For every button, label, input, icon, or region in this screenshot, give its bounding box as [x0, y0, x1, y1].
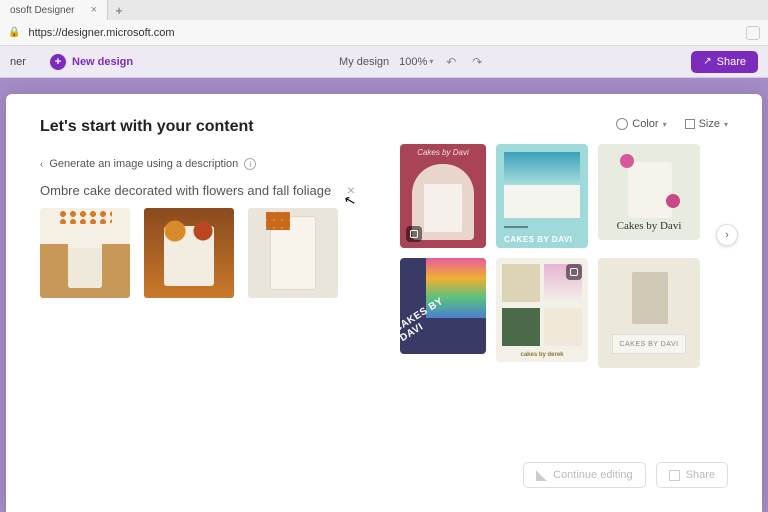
new-design-label: New design	[72, 56, 133, 68]
new-tab-button[interactable]: +	[108, 0, 130, 20]
share-design-button[interactable]: Share	[656, 462, 728, 488]
browser-tab[interactable]: osoft Designer ×	[0, 0, 108, 20]
document-name[interactable]: My design	[339, 56, 389, 68]
generated-image[interactable]	[40, 208, 130, 298]
info-icon[interactable]: i	[244, 158, 256, 170]
redo-icon[interactable]: ↷	[469, 55, 485, 69]
app-name: ner	[10, 56, 40, 68]
new-design-button[interactable]: + New design	[50, 54, 133, 70]
generated-image[interactable]	[248, 208, 338, 298]
chevron-down-icon: ▾	[724, 120, 728, 129]
template-card[interactable]: CAKES BY DAVI	[598, 258, 700, 368]
generate-image-link[interactable]: ‹ Generate an image using a description …	[40, 158, 360, 170]
lock-icon: 🔒	[8, 27, 20, 38]
next-templates-button[interactable]: ›	[716, 224, 738, 246]
multi-image-icon	[406, 226, 422, 242]
template-card[interactable]: cakes by derek	[496, 258, 588, 362]
template-card[interactable]: Cakes by Davi	[400, 144, 486, 248]
size-filter[interactable]: Size ▾	[685, 118, 728, 130]
template-title: CAKES BY DAVI	[612, 334, 686, 354]
template-title: cakes by derek	[496, 352, 588, 358]
share-label: Share	[717, 56, 746, 68]
share-icon	[669, 470, 680, 481]
color-filter[interactable]: Color ▾	[616, 118, 666, 130]
color-label: Color	[632, 118, 658, 130]
template-card[interactable]: Cakes by Davi	[598, 144, 700, 240]
resize-icon	[685, 119, 695, 129]
generated-image[interactable]	[144, 208, 234, 298]
url-text[interactable]: https://designer.microsoft.com	[28, 27, 738, 39]
share-button[interactable]: Share	[691, 51, 758, 73]
app-header: ner + New design My design 100% ▾ ↶ ↷ Sh…	[0, 46, 768, 78]
undo-icon[interactable]: ↶	[443, 55, 459, 69]
continue-editing-button[interactable]: Continue editing	[523, 462, 646, 488]
chevron-left-icon: ‹	[40, 159, 43, 170]
template-gallery: Cakes by Davi CAKES BY DAVI Cakes by Dav…	[400, 144, 728, 448]
prompt-text[interactable]: Ombre cake decorated with flowers and fa…	[40, 183, 334, 198]
pencil-icon	[536, 470, 547, 481]
address-bar: 🔒 https://designer.microsoft.com	[0, 20, 768, 46]
template-title: CAKES BY DAVI	[504, 235, 572, 244]
zoom-control[interactable]: 100% ▾	[399, 56, 433, 68]
canvas-stage: Let's start with your content ‹ Generate…	[0, 78, 768, 512]
site-info-icon[interactable]	[746, 26, 760, 40]
zoom-value: 100%	[399, 56, 427, 68]
template-title: Cakes by Davi	[400, 148, 486, 157]
template-card[interactable]: CAKES BY DAVI	[400, 258, 486, 354]
template-title: Cakes by Davi	[598, 220, 700, 232]
plus-icon: +	[50, 54, 66, 70]
browser-tab-strip: osoft Designer × +	[0, 0, 768, 20]
content-input-panel: Let's start with your content ‹ Generate…	[40, 118, 360, 488]
continue-label: Continue editing	[553, 469, 633, 481]
start-card: Let's start with your content ‹ Generate…	[6, 94, 762, 512]
chevron-down-icon: ▾	[663, 120, 667, 129]
page-title: Let's start with your content	[40, 118, 360, 136]
chevron-down-icon: ▾	[429, 57, 433, 66]
multi-image-icon	[566, 264, 582, 280]
size-label: Size	[699, 118, 720, 130]
share-label: Share	[686, 469, 715, 481]
clear-prompt-icon[interactable]: × ↖	[342, 182, 360, 198]
template-card[interactable]: CAKES BY DAVI	[496, 144, 588, 248]
palette-icon	[616, 118, 628, 130]
close-tab-icon[interactable]: ×	[91, 4, 97, 16]
generate-label: Generate an image using a description	[49, 158, 238, 170]
generated-image-row	[40, 208, 360, 298]
tab-title: osoft Designer	[10, 5, 74, 16]
template-panel: Color ▾ Size ▾ Cakes by Davi	[400, 118, 728, 488]
